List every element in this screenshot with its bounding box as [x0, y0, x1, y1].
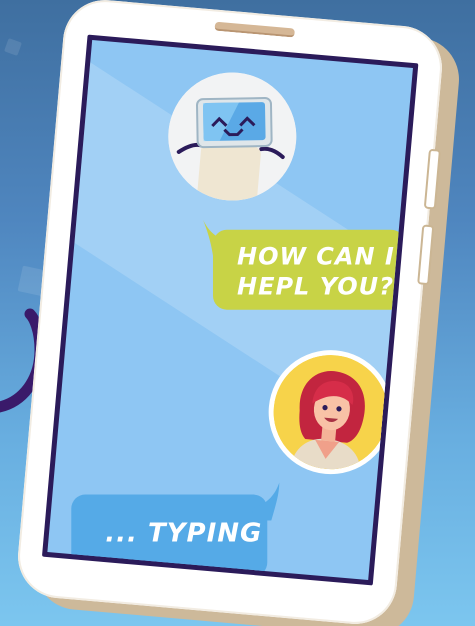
phone-speaker — [214, 21, 295, 38]
bot-speech-bubble: HOW CAN I HEPL YOU? — [202, 219, 405, 310]
woman-avatar-icon — [268, 350, 393, 474]
typing-indicator-text: ... TYPING — [105, 518, 263, 549]
user-avatar-background — [268, 350, 393, 474]
background-sparkle — [4, 38, 22, 56]
user-speech-bubble: ... TYPING — [71, 482, 280, 577]
smartphone: HOW CAN I HEPL YOU? ... TYPING — [14, 0, 463, 626]
bubble-tail-icon — [251, 482, 280, 521]
phone-body: HOW CAN I HEPL YOU? ... TYPING — [14, 0, 446, 626]
bubble-tail-icon — [202, 219, 233, 256]
bot-message-text: HOW CAN I HEPL YOU? — [236, 242, 395, 301]
phone-screen: HOW CAN I HEPL YOU? ... TYPING — [41, 34, 419, 586]
